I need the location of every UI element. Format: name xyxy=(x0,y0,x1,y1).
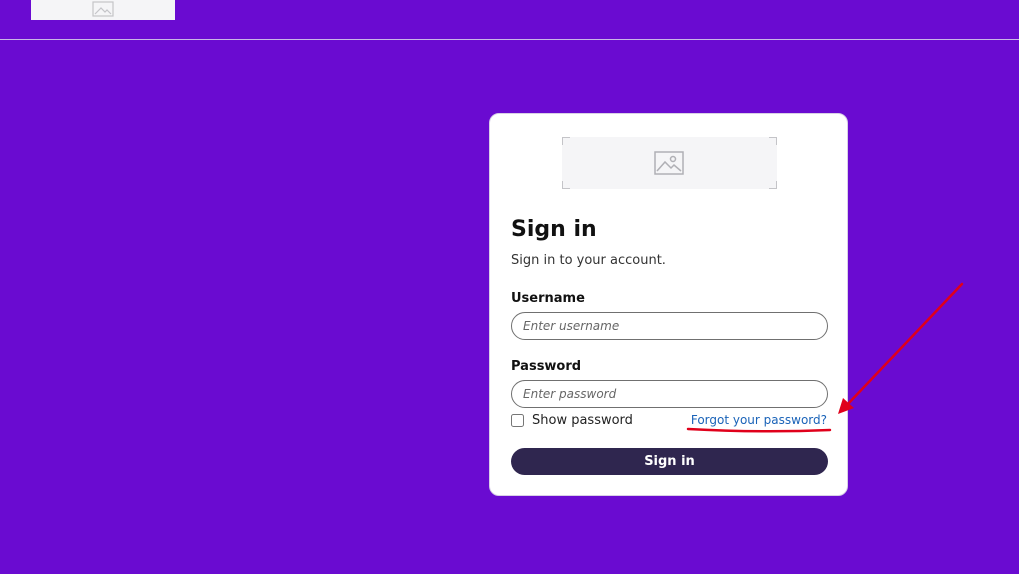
header-divider xyxy=(0,39,1019,40)
show-password-label: Show password xyxy=(532,413,633,428)
show-password-toggle[interactable]: Show password xyxy=(511,413,633,428)
forgot-password-link[interactable]: Forgot your password? xyxy=(691,413,827,427)
show-password-checkbox[interactable] xyxy=(511,414,524,427)
image-placeholder-icon xyxy=(92,1,114,17)
username-field[interactable] xyxy=(511,312,828,340)
image-placeholder-icon xyxy=(654,151,684,175)
page-title: Sign in xyxy=(511,217,597,242)
annotation-arrow xyxy=(838,282,964,414)
card-logo-placeholder xyxy=(562,137,777,189)
header-logo-placeholder xyxy=(31,0,175,20)
page-subtitle: Sign in to your account. xyxy=(511,253,666,268)
sign-in-button[interactable]: Sign in xyxy=(511,448,828,475)
sign-in-card: Sign in Sign in to your account. Usernam… xyxy=(489,113,848,496)
password-field[interactable] xyxy=(511,380,828,408)
password-label: Password xyxy=(511,359,582,374)
username-label: Username xyxy=(511,291,585,306)
